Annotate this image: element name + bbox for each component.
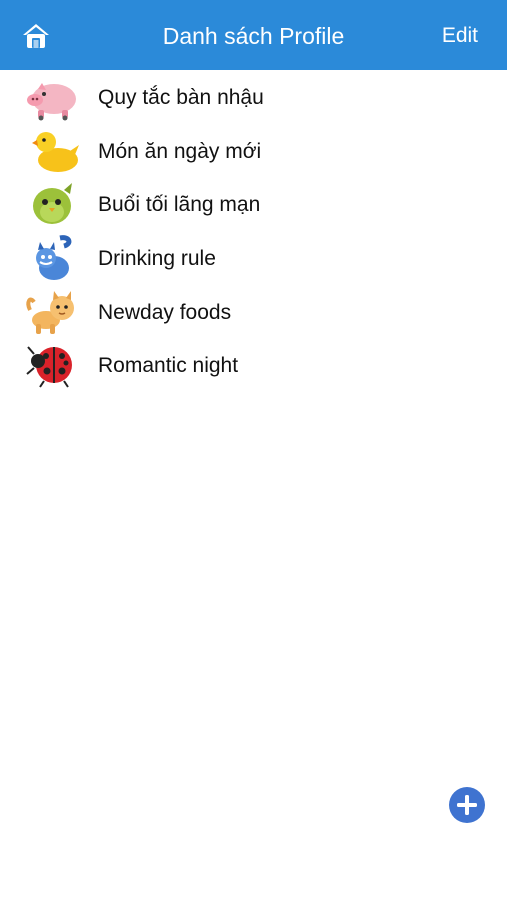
duck-icon bbox=[32, 131, 79, 172]
profile-label: Món ăn ngày mới bbox=[98, 139, 262, 163]
add-profile-button[interactable] bbox=[449, 787, 485, 823]
add-icon bbox=[457, 795, 477, 815]
profile-item[interactable]: Món ăn ngày mới bbox=[0, 124, 507, 178]
profile-item[interactable]: Newday foods bbox=[0, 285, 507, 339]
cat-icon bbox=[36, 235, 72, 281]
edit-button[interactable]: Edit bbox=[442, 22, 478, 50]
profile-label: Romantic night bbox=[98, 354, 239, 378]
profile-label: Buổi tối lãng mạn bbox=[98, 193, 261, 217]
profile-list: Quy tắc bàn nhậu Món ăn ngày mới Buổi tố… bbox=[0, 70, 507, 392]
kitten-icon bbox=[26, 290, 74, 334]
profile-item[interactable]: Buổi tối lãng mạn bbox=[0, 177, 507, 231]
profile-item[interactable]: Drinking rule bbox=[0, 231, 507, 285]
bird-icon bbox=[33, 183, 72, 225]
profile-item[interactable]: Quy tắc bàn nhậu bbox=[0, 70, 507, 124]
profile-label: Drinking rule bbox=[98, 247, 216, 271]
nav-bar: Danh sách Profile Edit bbox=[0, 0, 507, 70]
profile-label: Newday foods bbox=[98, 300, 232, 324]
page-title: Danh sách Profile bbox=[162, 23, 345, 49]
ladybug-icon bbox=[26, 346, 72, 388]
profile-label: Quy tắc bàn nhậu bbox=[98, 86, 264, 109]
pig-icon bbox=[27, 83, 76, 121]
profile-item[interactable]: Romantic night bbox=[0, 338, 507, 392]
